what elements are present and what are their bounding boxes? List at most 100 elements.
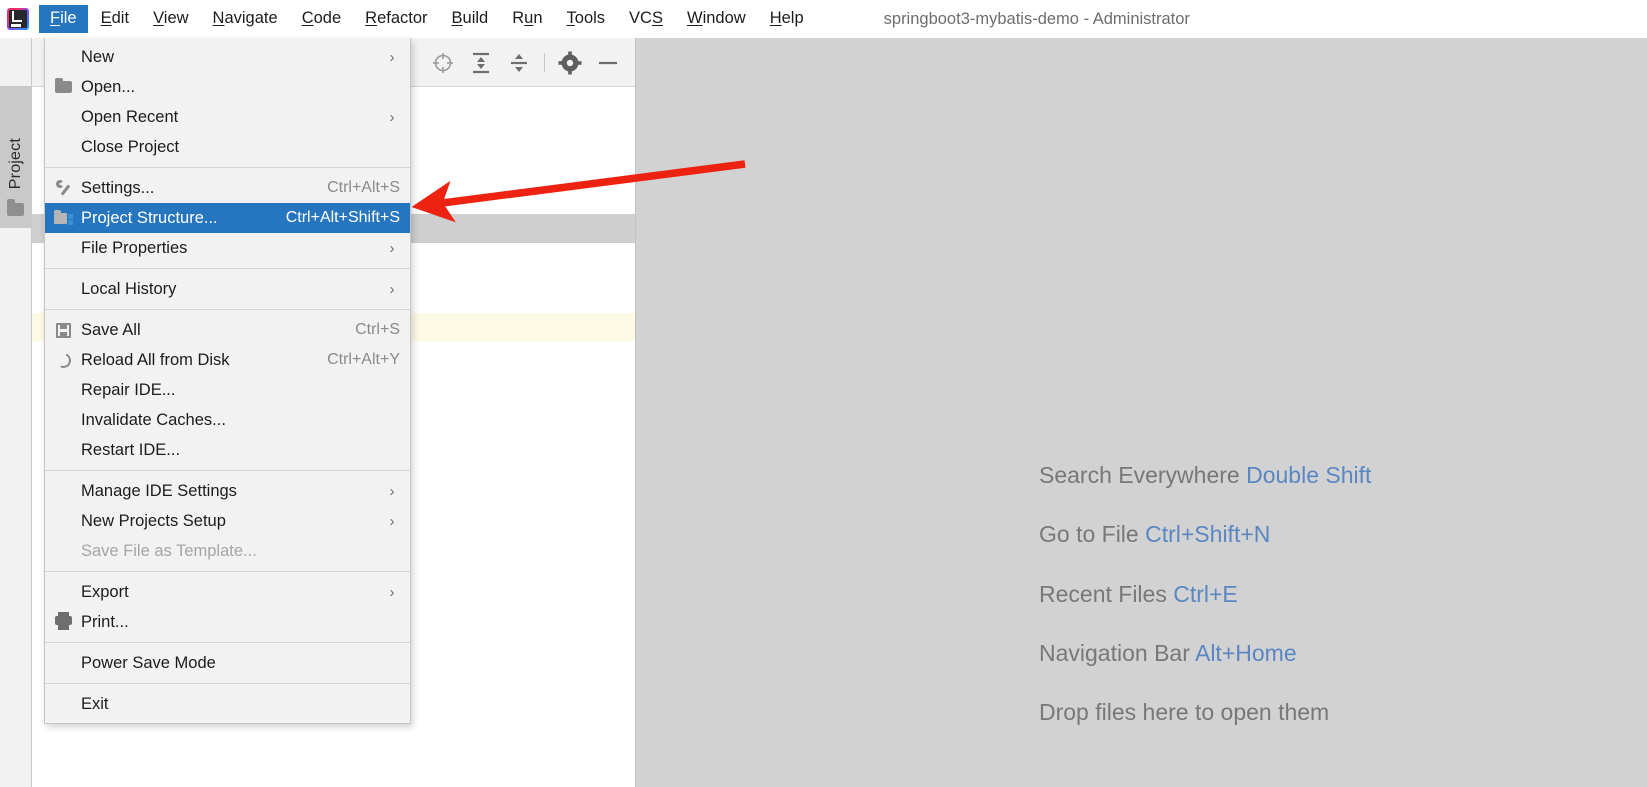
chevron-right-icon: › [389,482,395,500]
menu-separator [45,167,410,168]
menu-separator [45,470,410,471]
menu-item-export[interactable]: Export › [45,577,410,607]
menu-item-manage-ide-settings[interactable]: Manage IDE Settings › [45,476,410,506]
menu-item-label: Restart IDE... [81,440,181,459]
menu-item-open-recent[interactable]: Open Recent › [45,102,410,132]
menu-item-label: Project Structure... [81,208,218,227]
menubar-item-edit[interactable]: Edit [90,5,140,33]
menu-item-shortcut: Ctrl+Alt+Y [327,351,400,368]
file-menu-dropdown: New › Open... Open Recent › Close Project Sett… [44,38,411,724]
menu-item-save-all[interactable]: Save All Ctrl+S [45,315,410,345]
menu-item-project-structure[interactable]: Project Structure... Ctrl+Alt+Shift+S [45,203,410,233]
menu-item-icon-slot [45,102,81,132]
menu-item-label: Repair IDE... [81,380,176,399]
menu-item-local-history[interactable]: Local History › [45,274,410,304]
menu-item-icon-slot [45,345,81,375]
menu-item-label: New Projects Setup [81,511,226,530]
hint-row: Drop files here to open them [1039,700,1639,725]
menu-item-label: Export [81,582,129,601]
hint-label: Navigation Bar [1039,639,1195,666]
menu-item-icon-slot [45,689,81,719]
menu-item-icon-slot [45,173,81,203]
hint-shortcut: Double Shift [1246,462,1372,488]
menu-item-file-properties[interactable]: File Properties › [45,233,410,263]
menu-bar-items: File Edit View Navigate Code Refactor Build Run… [38,5,816,33]
menu-separator [45,571,410,572]
menu-item-icon-slot [45,405,81,435]
save-icon [56,323,71,338]
chevron-right-icon: › [389,239,395,257]
menu-item-label: Save All [81,320,141,339]
menu-item-label: Manage IDE Settings [81,481,237,500]
menu-item-label: File Properties [81,238,188,257]
menubar-item-refactor[interactable]: Refactor [354,5,438,33]
hint-row: Go to File Ctrl+Shift+N [1039,522,1639,547]
hint-label: Go to File [1039,521,1146,548]
menu-bar: File Edit View Navigate Code Refactor Build Run… [0,0,1647,38]
menu-item-label: Invalidate Caches... [81,410,226,429]
menu-item-shortcut: Ctrl+S [355,321,400,338]
select-opened-file-icon[interactable] [428,48,458,78]
menu-item-label: Open... [81,77,136,96]
menu-item-print[interactable]: Print... [45,607,410,637]
hint-label: Drop files here to open them [1039,699,1330,726]
menu-item-settings[interactable]: Settings... Ctrl+Alt+S [45,173,410,203]
menubar-item-window[interactable]: Window [676,5,757,33]
menubar-item-help[interactable]: Help [759,5,815,33]
menu-item-new[interactable]: New › [45,42,410,72]
menubar-item-tools[interactable]: Tools [556,5,617,33]
menu-separator [45,683,410,684]
menubar-item-build[interactable]: Build [441,5,500,33]
hide-icon[interactable] [593,48,623,78]
hint-row: Search Everywhere Double Shift [1039,462,1639,488]
hint-shortcut: Ctrl+Shift+N [1145,521,1271,548]
menu-item-icon-slot [45,435,81,465]
menubar-item-navigate[interactable]: Navigate [202,5,289,33]
menu-item-label: Power Save Mode [81,653,216,672]
sidebar-item-project[interactable]: Project [0,86,31,228]
folder-icon [7,199,24,216]
menu-item-restart-ide[interactable]: Restart IDE... [45,435,410,465]
menu-separator [45,642,410,643]
editor-empty-area: Search Everywhere Double Shift Go to Fil… [636,38,1647,787]
menubar-item-view[interactable]: View [142,5,199,33]
menubar-item-run[interactable]: Run [501,5,553,33]
expand-all-icon[interactable] [466,48,496,78]
menu-item-label: Save File as Template... [81,541,257,560]
chevron-right-icon: › [389,48,395,66]
toolbar-separator [544,53,545,72]
menu-item-icon-slot [45,132,81,162]
project-structure-icon [54,210,73,225]
project-toolbar [424,38,635,87]
folder-icon [55,78,72,93]
menu-item-close-project[interactable]: Close Project [45,132,410,162]
hint-row: Navigation Bar Alt+Home [1039,639,1639,666]
menubar-item-code[interactable]: Code [291,5,352,33]
menu-item-invalidate-caches[interactable]: Invalidate Caches... [45,405,410,435]
menu-item-label: New [81,47,115,66]
menubar-item-vcs[interactable]: VCS [618,5,674,33]
menu-item-icon-slot [45,42,81,72]
hint-label: Recent Files [1039,580,1174,607]
menu-separator [45,268,410,269]
menu-separator [45,309,410,310]
menu-item-shortcut: Ctrl+Alt+Shift+S [285,209,400,226]
wrench-icon [56,180,71,195]
menu-item-open[interactable]: Open... [45,72,410,102]
menu-item-label: Close Project [81,137,180,156]
menu-item-icon-slot [45,536,81,566]
menu-item-label: Local History [81,279,177,298]
menu-item-power-save-mode[interactable]: Power Save Mode [45,648,410,678]
collapse-all-icon[interactable] [504,48,534,78]
menu-item-save-file-as-template: Save File as Template... [45,536,410,566]
menu-item-exit[interactable]: Exit [45,689,410,719]
menubar-item-file[interactable]: File [39,5,88,33]
window-title: springboot3-mybatis-demo - Administrator [883,9,1190,28]
menu-item-new-projects-setup[interactable]: New Projects Setup › [45,506,410,536]
hint-row: Recent Files Ctrl+E [1039,580,1639,607]
gear-icon[interactable] [555,48,585,78]
menu-item-label: Reload All from Disk [81,350,230,369]
menu-item-reload-all-from-disk[interactable]: Reload All from Disk Ctrl+Alt+Y [45,345,410,375]
project-tab-label: Project [6,138,24,190]
menu-item-repair-ide[interactable]: Repair IDE... [45,375,410,405]
